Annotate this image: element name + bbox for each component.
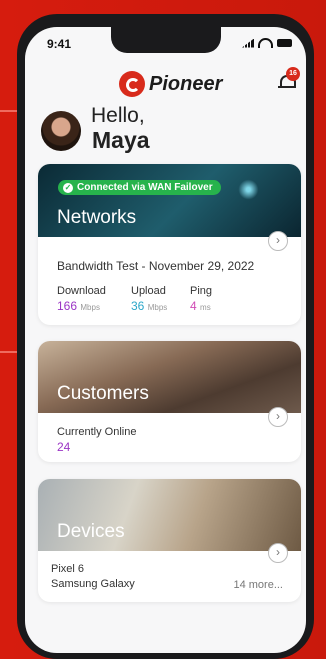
devices-hero-image: Devices [38,479,301,551]
upload-value: 36 [131,299,145,313]
ping-unit: ms [200,303,211,312]
ping-value: 4 [190,299,197,313]
ping-label: Ping [190,285,213,297]
customers-title: Customers [57,383,149,404]
download-value: 166 [57,299,78,313]
brand-name: Pioneer [149,72,223,95]
devices-title: Devices [57,521,125,542]
upload-unit: Mbps [147,303,168,312]
currently-online-value: 24 [57,440,71,454]
more-devices-link[interactable]: 14 more... [233,579,283,591]
avatar[interactable] [41,111,81,151]
signal-icon [242,38,254,48]
customers-chevron-right-icon[interactable]: › [268,407,288,427]
download-metric: Download 166 Mbps [57,285,106,313]
devices-chevron-right-icon[interactable]: › [268,543,288,563]
device-item: Samsung Galaxy [51,578,135,590]
currently-online-label: Currently Online [57,426,137,438]
status-time: 9:41 [47,37,72,51]
connection-status-badge: ✓ Connected via WAN Failover [58,180,221,195]
brand: Pioneer [119,71,222,97]
notification-badge: 16 [286,67,300,81]
networks-hero-image: ✓ Connected via WAN Failover Networks [38,164,301,237]
notifications-button[interactable]: 16 [278,67,300,91]
device-item: Pixel 6 [51,563,85,575]
greeting-name: Maya [92,127,150,153]
battery-icon [277,39,292,47]
networks-card[interactable]: ✓ Connected via WAN Failover Networks › … [38,164,301,325]
networks-chevron-right-icon[interactable]: › [268,231,288,251]
pioneer-logo-icon [119,71,145,97]
customers-card[interactable]: Customers › Currently Online 24 [38,341,301,462]
check-icon: ✓ [63,182,73,193]
connection-status-label: Connected via WAN Failover [77,182,213,193]
bandwidth-test-title: Bandwidth Test - November 29, 2022 [57,259,255,273]
download-label: Download [57,285,106,297]
networks-title: Networks [57,207,137,228]
bell-icon-base [278,86,294,88]
greeting-hello: Hello, [91,104,145,127]
app-screen: 9:41 Pioneer 16 Hello, Maya ✓ Connected … [25,27,306,653]
wifi-icon [258,38,273,48]
download-unit: Mbps [80,303,100,312]
status-icons [242,38,292,48]
ping-metric: Ping 4 ms [190,285,212,313]
upload-metric: Upload 36 Mbps [131,285,167,313]
devices-card[interactable]: Devices › Pixel 6 Samsung Galaxy 14 more… [38,479,301,602]
upload-label: Upload [131,285,166,297]
phone-notch [111,27,221,53]
customers-hero-image: Customers [38,341,301,413]
